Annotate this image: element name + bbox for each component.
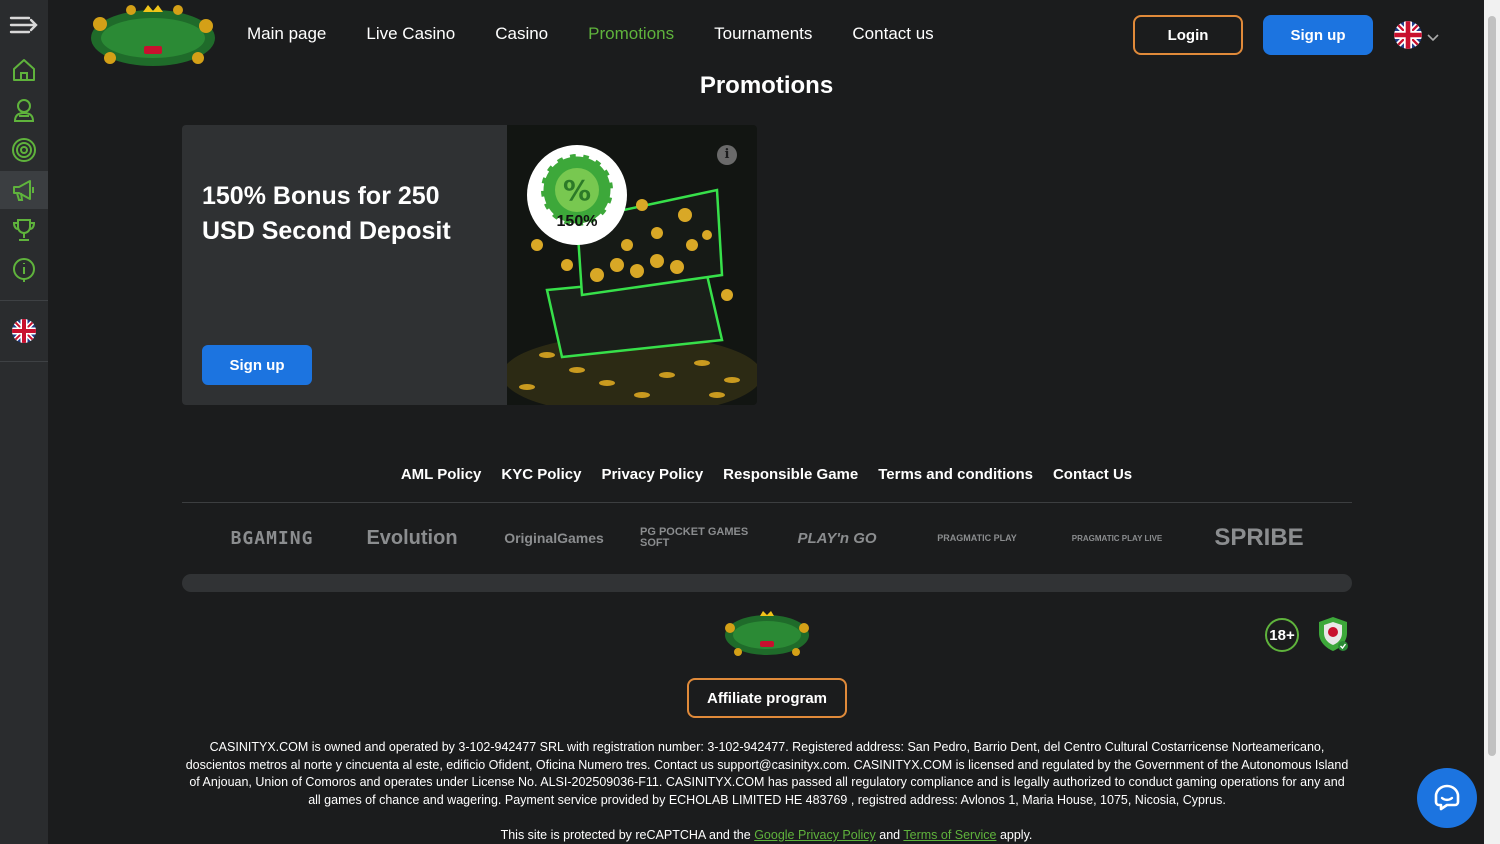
recaptcha-notice: This site is protected by reCAPTCHA and … [0,828,1500,842]
promo-signup-button[interactable]: Sign up [202,345,312,385]
terms-of-service-link[interactable]: Terms of Service [903,828,996,842]
info-icon[interactable]: i [717,145,737,165]
casinityx-logo[interactable] [86,2,220,70]
google-privacy-link[interactable]: Google Privacy Policy [754,828,876,842]
footer-link-contact[interactable]: Contact Us [1053,466,1132,483]
signup-button[interactable]: Sign up [1263,15,1373,55]
footer-casinityx-logo [722,610,812,660]
nav-main-page[interactable]: Main page [247,24,326,44]
providers-scrollbar[interactable] [182,574,1352,592]
login-button[interactable]: Login [1133,15,1243,55]
provider-logos: BGAMING Evolution OriginalGames PG POCKE… [182,515,1352,561]
page-root: Main page Live Casino Casino Promotions … [0,0,1500,844]
footer-divider [182,502,1352,503]
nav-promotions[interactable]: Promotions [588,24,674,44]
provider-pgsoft: PG POCKET GAMES SOFT [640,526,749,549]
provider-evolution: Evolution [366,526,458,549]
footer-link-aml[interactable]: AML Policy [401,466,482,483]
scrollbar-thumb[interactable] [1488,16,1496,756]
sidebar-divider [0,300,48,301]
footer-link-terms[interactable]: Terms and conditions [878,466,1033,483]
promotions-megaphone-icon[interactable] [0,171,48,209]
trophy-icon[interactable] [0,211,48,249]
recaptcha-suffix: apply. [999,828,1033,842]
provider-pragmatic-live: PRAGMATIC PLAY LIVE [1071,533,1163,543]
footer-link-privacy[interactable]: Privacy Policy [601,466,703,483]
recaptcha-and: and [879,828,901,842]
language-selector[interactable] [1393,20,1439,55]
provider-playngo: PLAY'n GO [797,529,877,547]
provider-bgaming: BGAMING [230,527,314,549]
chat-bubble-icon [1434,784,1460,811]
page-scrollbar[interactable] [1484,0,1500,844]
promo-card: 150% Bonus for 250 USD Second Deposit Si… [182,125,757,405]
affiliate-program-button[interactable]: Affiliate program [687,678,847,718]
provider-originalgames: OriginalGames [504,530,604,546]
live-chat-button[interactable] [1417,768,1477,828]
promo-image: % 150% i [507,125,757,405]
menu-toggle-icon[interactable] [0,6,48,44]
left-sidebar [0,0,48,844]
bonus-badge: % 150% [527,145,627,245]
provider-spribe: SPRIBE [1214,524,1304,551]
age-restriction-badge: 18+ [1265,618,1299,652]
sidebar-divider [0,361,48,362]
casino-chip-icon[interactable] [0,131,48,169]
svg-text:%: % [563,174,591,207]
nav-tournaments[interactable]: Tournaments [714,24,812,44]
recaptcha-prefix: This site is protected by reCAPTCHA and … [500,828,751,842]
chevron-down-icon [1427,29,1439,47]
footer-link-kyc[interactable]: KYC Policy [501,466,581,483]
license-shield-icon[interactable] [1315,615,1351,653]
uk-flag-icon[interactable] [0,312,48,350]
footer-link-responsible[interactable]: Responsible Game [723,466,858,483]
info-icon[interactable] [0,251,48,289]
promo-title: 150% Bonus for 250 USD Second Deposit [202,182,451,245]
page-title: Promotions [699,72,834,99]
footer-links: AML Policy KYC Policy Privacy Policy Res… [0,466,1500,483]
legal-disclaimer: CASINITYX.COM is owned and operated by 3… [185,740,1349,807]
nav-contact-us[interactable]: Contact us [852,24,933,44]
bonus-percent: 150% [556,213,598,230]
nav-casino[interactable]: Casino [495,24,548,44]
uk-flag-icon [1393,20,1423,55]
main-nav: Main page Live Casino Casino Promotions … [247,24,974,44]
nav-live-casino[interactable]: Live Casino [366,24,455,44]
provider-pragmatic: PRAGMATIC PLAY [937,533,1017,543]
